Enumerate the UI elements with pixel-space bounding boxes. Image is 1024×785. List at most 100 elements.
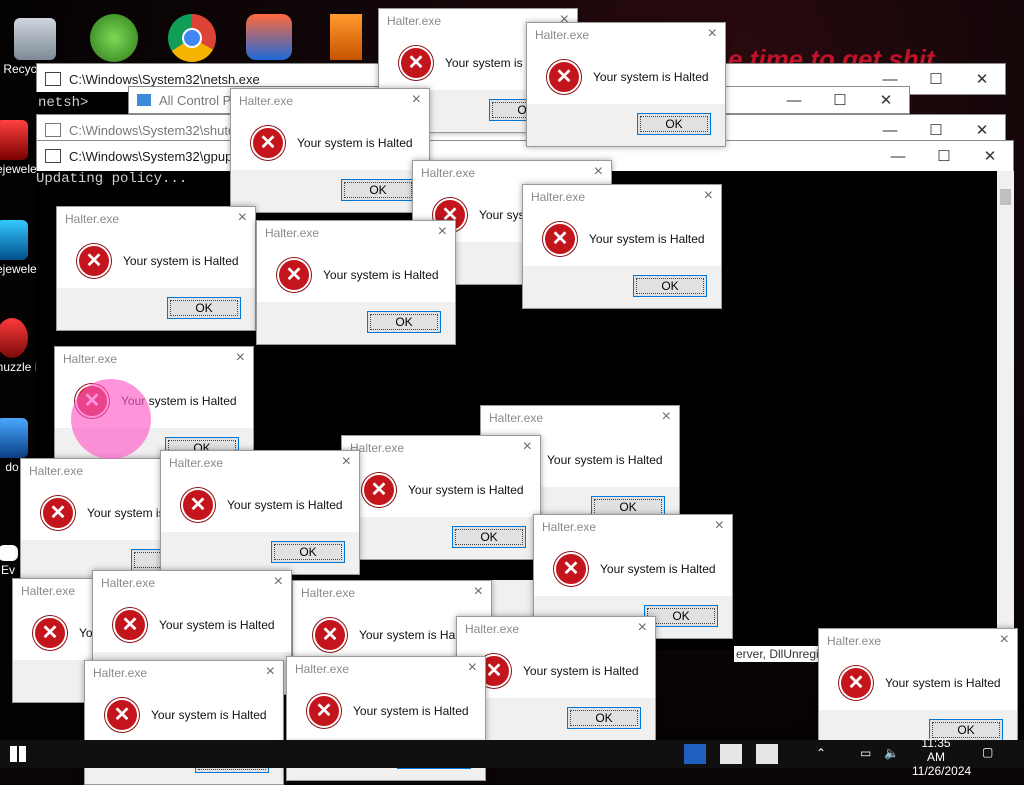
chrome-icon[interactable]	[168, 14, 216, 62]
close-icon[interactable]: ×	[238, 209, 247, 227]
dialog-titlebar[interactable]: Halter.exe×	[57, 207, 255, 233]
dialog-titlebar[interactable]: Halter.exe ×	[819, 629, 1017, 655]
dialog-title: Halter.exe	[542, 520, 597, 534]
ok-button[interactable]: OK	[633, 275, 707, 297]
dialog-message: Your system is Halted	[323, 268, 439, 282]
taskbar-app-2[interactable]	[720, 744, 742, 764]
network-icon[interactable]: ▭	[860, 746, 871, 760]
dialog-titlebar[interactable]: Halter.exe×	[293, 581, 491, 607]
close-icon[interactable]: ×	[708, 25, 717, 43]
messenger-icon[interactable]	[90, 14, 138, 62]
halter-dialog[interactable]: Halter.exe×✕Your system is HaltedOK	[522, 184, 722, 309]
dialog-title: Halter.exe	[465, 622, 520, 636]
close-icon[interactable]: ×	[468, 659, 477, 677]
close-icon[interactable]: ×	[236, 349, 245, 367]
console-scrollbar[interactable]	[997, 171, 1014, 650]
dialog-title: Halter.exe	[101, 576, 156, 590]
dialog-titlebar[interactable]: Halter.exe×	[342, 436, 540, 462]
minimize-icon[interactable]: —	[867, 71, 913, 88]
game-icon[interactable]	[246, 14, 292, 60]
dialog-titlebar[interactable]: Halter.exe ×	[523, 185, 721, 211]
dialog-titlebar[interactable]: Halter.exe×	[481, 406, 679, 432]
dialog-titlebar[interactable]: Halter.exe×	[257, 221, 455, 247]
dialog-title: Halter.exe	[387, 14, 442, 28]
desktop-icon-bejeweled-2[interactable]: Bejeweled Deluxe	[0, 220, 36, 276]
taskbar: ⌃ ▭ 🔈 11:35 AM 11/26/2024 ▢	[0, 736, 1024, 778]
halter-dialog[interactable]: Halter.exe×✕Your system is HaltedOK	[256, 220, 456, 345]
halter-dialog[interactable]: Halter.exe×✕Your system is HaltedOK	[160, 450, 360, 575]
dialog-message: Your system is Halted	[885, 676, 1001, 690]
error-icon: ✕	[105, 698, 139, 732]
dialog-title: Halter.exe	[827, 634, 882, 648]
ok-button[interactable]: OK	[452, 526, 526, 548]
error-icon: ✕	[554, 552, 588, 586]
close-icon[interactable]: ✕	[959, 70, 1005, 88]
close-icon[interactable]: ×	[523, 438, 532, 456]
close-icon[interactable]: ✕	[967, 147, 1013, 165]
close-icon[interactable]: ×	[715, 517, 724, 535]
bejeweled-icon-2	[0, 220, 28, 260]
ok-button[interactable]: OK	[341, 179, 415, 201]
dialog-message: Your system is Halted	[151, 708, 267, 722]
start-button[interactable]	[10, 746, 26, 762]
error-icon: ✕	[313, 618, 347, 652]
chevron-up-icon[interactable]: ⌃	[816, 746, 826, 760]
app-icon[interactable]	[330, 14, 362, 60]
chuzzle-icon	[0, 318, 28, 358]
halter-dialog[interactable]: Halter.exe×✕Your system is HaltedOK	[341, 435, 541, 560]
close-icon[interactable]: ×	[438, 223, 447, 241]
dialog-titlebar[interactable]: Halter.exe ×	[287, 657, 485, 683]
dialog-title: Halter.exe	[531, 190, 586, 204]
close-icon[interactable]: ✕	[863, 91, 909, 109]
close-icon[interactable]: ×	[274, 573, 283, 591]
dialog-titlebar[interactable]: Halter.exe ×	[457, 617, 655, 643]
error-icon: ✕	[77, 244, 111, 278]
ok-button[interactable]: OK	[271, 541, 345, 563]
dialog-titlebar[interactable]: Halter.exe ×	[93, 571, 291, 597]
halter-dialog[interactable]: Halter.exe×✕Your system is HaltedOK	[818, 628, 1018, 753]
halter-dialog[interactable]: Halter.exe×✕Your system is HaltedOK	[230, 88, 430, 213]
volume-icon[interactable]: 🔈	[884, 746, 899, 760]
dialog-title: Halter.exe	[295, 662, 350, 676]
ev-icon	[0, 545, 18, 561]
close-icon[interactable]: ×	[342, 453, 351, 471]
close-icon[interactable]: ×	[1000, 631, 1009, 649]
taskbar-app-1[interactable]	[684, 744, 706, 764]
dialog-titlebar[interactable]: Halter.exe ×	[534, 515, 732, 541]
halter-dialog[interactable]: Halter.exe×✕Your system is HaltedOK	[56, 206, 256, 331]
error-icon: ✕	[399, 46, 433, 80]
halter-dialog[interactable]: Halter.exe×✕Your system is HaltedOK	[456, 616, 656, 741]
ok-button[interactable]: OK	[367, 311, 441, 333]
close-icon[interactable]: ✕	[959, 121, 1005, 139]
clock[interactable]: 11:35 AM 11/26/2024	[912, 736, 971, 778]
minimize-icon[interactable]: —	[771, 92, 817, 109]
dialog-titlebar[interactable]: Halter.exe×	[85, 661, 283, 687]
ok-button[interactable]: OK	[637, 113, 711, 135]
maximize-icon[interactable]: ☐	[913, 121, 959, 139]
maximize-icon[interactable]: ☐	[913, 70, 959, 88]
notification-icon[interactable]: ▢	[982, 745, 993, 759]
dialog-titlebar[interactable]: Halter.exe×	[55, 347, 253, 373]
dialog-titlebar[interactable]: Halter.exe×	[527, 23, 725, 49]
close-icon[interactable]: ×	[638, 619, 647, 637]
dialog-title: Halter.exe	[239, 94, 294, 108]
dialog-message: Your system is Halted	[297, 136, 413, 150]
close-icon[interactable]: ×	[662, 408, 671, 426]
close-icon[interactable]: ×	[474, 583, 483, 601]
halter-dialog[interactable]: Halter.exe×✕Your system is HaltedOK	[526, 22, 726, 147]
desktop-icon-bejeweled[interactable]: Bejeweled Deluxe	[0, 120, 36, 176]
maximize-icon[interactable]: ☐	[817, 91, 863, 109]
close-icon[interactable]: ×	[266, 663, 275, 681]
minimize-icon[interactable]: —	[867, 122, 913, 139]
dialog-titlebar[interactable]: Halter.exe×	[161, 451, 359, 477]
close-icon[interactable]: ×	[704, 187, 713, 205]
close-icon[interactable]: ×	[594, 163, 603, 181]
ok-button[interactable]: OK	[567, 707, 641, 729]
dialog-titlebar[interactable]: Halter.exe ×	[231, 89, 429, 115]
maximize-icon[interactable]: ☐	[921, 147, 967, 165]
ok-button[interactable]: OK	[167, 297, 241, 319]
close-icon[interactable]: ×	[412, 91, 421, 109]
minimize-icon[interactable]: —	[875, 148, 921, 165]
taskbar-app-3[interactable]	[756, 744, 778, 764]
desktop-icon-chuzzle[interactable]: Chuzzle Deluxe	[0, 318, 36, 374]
